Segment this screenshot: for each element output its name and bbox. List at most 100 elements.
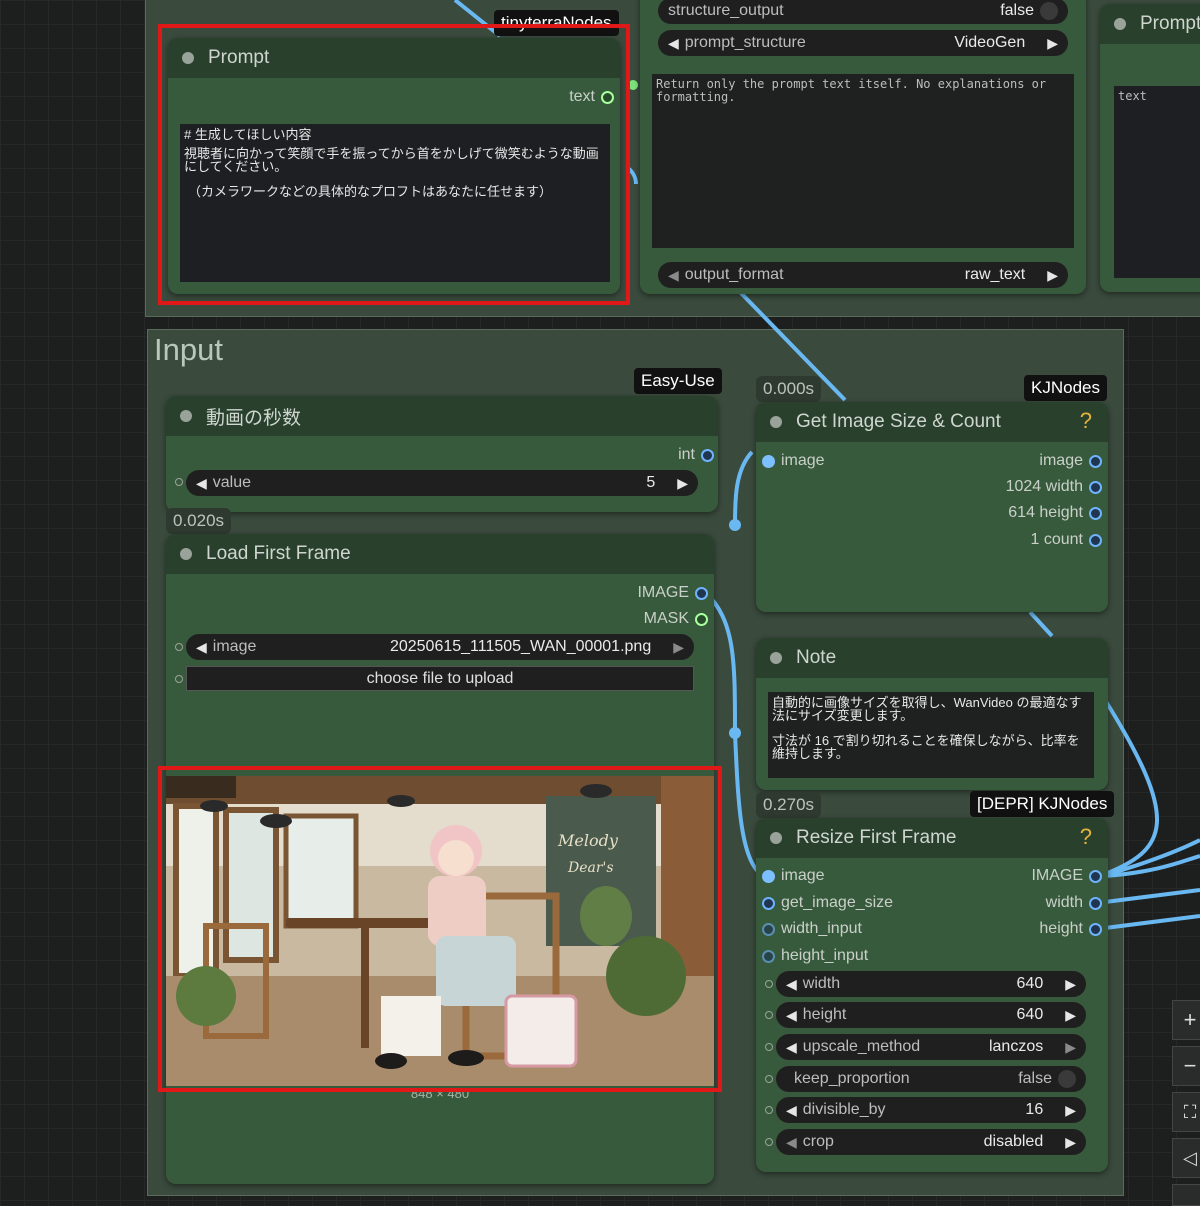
- input-dot-icon[interactable]: [765, 1075, 773, 1083]
- prompt-structure-combo[interactable]: ◀ prompt_structure VideoGen ▶: [658, 30, 1068, 56]
- preview-image[interactable]: Melody Dear's: [166, 776, 714, 1086]
- arrow-left-icon[interactable]: ◀: [786, 1102, 797, 1119]
- note-textarea[interactable]: 自動的に画像サイズを取得し、WanVideo の最適なす 法にサイズ変更します。…: [768, 692, 1094, 778]
- output-slot[interactable]: IMAGE: [1031, 867, 1102, 885]
- output-dot-icon[interactable]: [701, 448, 714, 462]
- toggle-knob-icon[interactable]: [1058, 1070, 1076, 1088]
- node-header[interactable]: Prompt: [1100, 4, 1200, 44]
- input-slot[interactable]: image: [762, 867, 825, 885]
- output-slot-text[interactable]: text: [569, 88, 614, 106]
- output-slot-int[interactable]: int: [678, 446, 714, 464]
- system-prompt-textarea[interactable]: Return only the prompt text itself. No e…: [652, 74, 1074, 248]
- toggle-knob-icon[interactable]: [1040, 2, 1058, 20]
- keep-proportion-toggle[interactable]: keep_proportion false: [776, 1066, 1086, 1092]
- output-slot[interactable]: height: [1039, 920, 1102, 938]
- prompt-textarea[interactable]: # 生成してほしい内容 視聴者に向かって笑顔で手を振ってから首をかしげて微笑むよ…: [180, 124, 610, 282]
- value-number-widget[interactable]: ◀ value 5 ▶: [186, 470, 698, 496]
- upload-button[interactable]: choose file to upload: [186, 666, 694, 691]
- load-image-node[interactable]: Load First Frame IMAGE MASK ◀ image 2025…: [166, 534, 714, 1184]
- arrow-right-icon[interactable]: ▶: [1065, 976, 1076, 993]
- collapse-dot-icon[interactable]: [770, 832, 782, 844]
- width-number-widget[interactable]: ◀ width 640 ▶: [776, 971, 1086, 997]
- arrow-right-icon[interactable]: ▶: [1065, 1039, 1076, 1056]
- collapse-dot-icon[interactable]: [770, 652, 782, 664]
- output-dot-icon[interactable]: [1089, 922, 1102, 936]
- arrow-left-icon[interactable]: ◀: [668, 267, 679, 284]
- arrow-right-icon[interactable]: ▶: [677, 475, 688, 492]
- arrow-left-icon[interactable]: ◀: [196, 639, 207, 656]
- input-dot-icon[interactable]: [765, 1043, 773, 1051]
- resize-node[interactable]: Resize First Frame ? image get_image_siz…: [756, 818, 1108, 1172]
- arrow-left-icon[interactable]: ◀: [786, 1039, 797, 1056]
- input-slot[interactable]: get_image_size: [762, 894, 893, 912]
- arrow-right-icon[interactable]: ▶: [1047, 267, 1058, 284]
- collapse-dot-icon[interactable]: [180, 548, 192, 560]
- node-header[interactable]: 動画の秒数: [166, 396, 718, 436]
- arrow-left-icon[interactable]: ◀: [786, 1007, 797, 1024]
- output-dot-icon[interactable]: [1089, 454, 1102, 468]
- input-dot-icon[interactable]: [762, 949, 775, 963]
- output-format-combo[interactable]: ◀ output_format raw_text ▶: [658, 262, 1068, 288]
- note-node[interactable]: Note 自動的に画像サイズを取得し、WanVideo の最適なす 法にサイズ変…: [756, 638, 1108, 790]
- node-header[interactable]: Prompt: [168, 38, 620, 78]
- output-dot-icon[interactable]: [1089, 480, 1102, 494]
- arrow-right-icon[interactable]: ▶: [1065, 1134, 1076, 1151]
- collapse-dot-icon[interactable]: [180, 410, 192, 422]
- help-icon[interactable]: ?: [1080, 408, 1092, 434]
- input-dot-icon[interactable]: [765, 980, 773, 988]
- output-dot-icon[interactable]: [695, 612, 708, 626]
- text-textarea[interactable]: text: [1114, 86, 1200, 278]
- arrow-right-icon[interactable]: ▶: [1047, 35, 1058, 52]
- output-dot-icon[interactable]: [695, 586, 708, 600]
- fit-view-button[interactable]: ⛶: [1172, 1092, 1200, 1132]
- node-header[interactable]: Get Image Size & Count: [756, 402, 1108, 442]
- input-dot-icon[interactable]: [765, 1106, 773, 1114]
- structure-output-toggle[interactable]: structure_output false: [658, 0, 1068, 24]
- output-dot-icon[interactable]: [1089, 869, 1102, 883]
- input-dot-icon[interactable]: [175, 478, 183, 486]
- zoom-out-button[interactable]: −: [1172, 1046, 1200, 1086]
- input-dot-icon[interactable]: [175, 675, 183, 683]
- input-dot-icon[interactable]: [762, 896, 775, 910]
- output-dot-icon[interactable]: [601, 90, 614, 104]
- output-slot[interactable]: 614 height: [1008, 504, 1102, 522]
- zoom-in-button[interactable]: +: [1172, 1000, 1200, 1040]
- arrow-left-icon[interactable]: ◀: [786, 976, 797, 993]
- duration-node[interactable]: 動画の秒数 int ◀ value 5 ▶: [166, 396, 718, 512]
- crop-combo[interactable]: ◀ crop disabled ▶: [776, 1129, 1086, 1155]
- output-slot-mask[interactable]: MASK: [644, 610, 708, 628]
- upscale-method-combo[interactable]: ◀ upscale_method lanczos ▶: [776, 1034, 1086, 1060]
- collapse-dot-icon[interactable]: [1114, 18, 1126, 30]
- right-prompt-node[interactable]: Prompt text: [1100, 4, 1200, 292]
- output-dot-icon[interactable]: [1089, 896, 1102, 910]
- input-dot-icon[interactable]: [762, 869, 775, 883]
- image-combo[interactable]: ◀ image 20250615_111505_WAN_00001.png ▶: [186, 634, 694, 660]
- output-slot[interactable]: 1 count: [1031, 531, 1102, 549]
- output-slot[interactable]: width: [1046, 894, 1102, 912]
- arrow-left-icon[interactable]: ◀: [786, 1134, 797, 1151]
- input-slot-image[interactable]: image: [762, 452, 825, 470]
- arrow-left-icon[interactable]: ◀: [668, 35, 679, 52]
- input-dot-icon[interactable]: [175, 643, 183, 651]
- toolbar-button[interactable]: [1172, 1184, 1200, 1206]
- get-size-node[interactable]: Get Image Size & Count ? image image 102…: [756, 402, 1108, 612]
- output-slot-image[interactable]: IMAGE: [637, 584, 708, 602]
- output-dot-icon[interactable]: [1089, 533, 1102, 547]
- height-number-widget[interactable]: ◀ height 640 ▶: [776, 1002, 1086, 1028]
- output-slot[interactable]: 1024 width: [1006, 478, 1102, 496]
- arrow-right-icon[interactable]: ▶: [1065, 1007, 1076, 1024]
- divisible-by-number-widget[interactable]: ◀ divisible_by 16 ▶: [776, 1097, 1086, 1123]
- collapse-dot-icon[interactable]: [770, 416, 782, 428]
- arrow-right-icon[interactable]: ▶: [673, 639, 684, 656]
- output-dot-icon[interactable]: [1089, 506, 1102, 520]
- help-icon[interactable]: ?: [1080, 824, 1092, 850]
- node-header[interactable]: Resize First Frame: [756, 818, 1108, 858]
- input-dot-icon[interactable]: [765, 1138, 773, 1146]
- output-slot[interactable]: image: [1039, 452, 1102, 470]
- input-dot-icon[interactable]: [762, 454, 775, 468]
- node-header[interactable]: Load First Frame: [166, 534, 714, 574]
- input-slot[interactable]: width_input: [762, 920, 862, 938]
- input-dot-icon[interactable]: [762, 922, 775, 936]
- arrow-left-icon[interactable]: ◀: [196, 475, 207, 492]
- input-slot[interactable]: height_input: [762, 947, 868, 965]
